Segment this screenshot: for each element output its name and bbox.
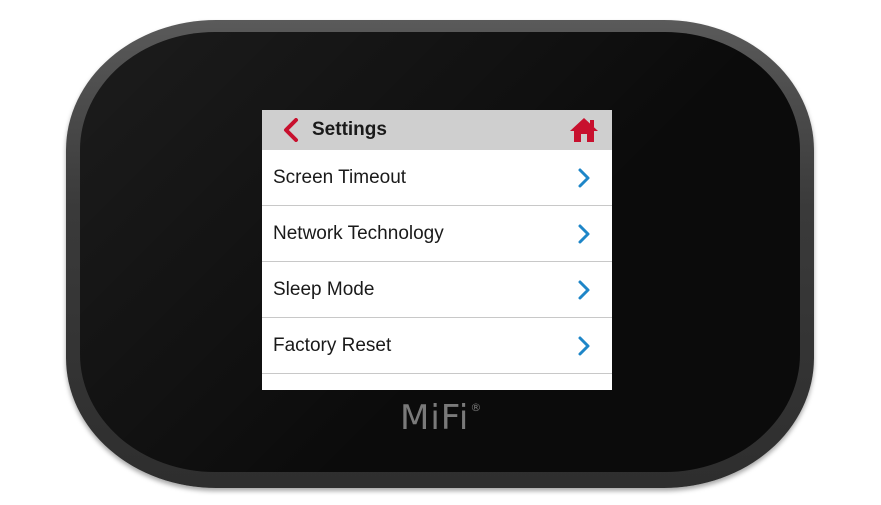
registered-mark: ® <box>470 401 483 414</box>
brand-logo: MiFi® <box>400 398 482 438</box>
menu-item-label: Screen Timeout <box>273 166 407 188</box>
menu-item-label: Factory Reset <box>273 334 392 356</box>
home-icon <box>570 118 598 142</box>
menu-item-sleep-mode[interactable]: Sleep Mode <box>262 262 612 318</box>
chevron-right-icon <box>578 168 590 187</box>
chevron-right-icon <box>574 390 594 391</box>
brand-name: MiFi <box>400 398 470 438</box>
settings-list: Screen Timeout Network Technology Sleep … <box>262 150 612 390</box>
menu-item-screen-timeout[interactable]: Screen Timeout <box>262 150 612 206</box>
menu-item-factory-reset[interactable]: Factory Reset <box>262 318 612 374</box>
device-screen: Settings Screen Timeout Network Technolo… <box>262 110 612 390</box>
settings-header: Settings <box>262 110 612 150</box>
home-button[interactable] <box>568 116 600 144</box>
page-title: Settings <box>312 119 387 140</box>
menu-item-partial[interactable] <box>262 374 612 390</box>
menu-item-label: Sleep Mode <box>273 278 375 300</box>
chevron-right-icon <box>578 224 590 243</box>
back-button[interactable] <box>274 110 308 150</box>
menu-item-network-technology[interactable]: Network Technology <box>262 206 612 262</box>
chevron-right-icon <box>578 336 590 355</box>
menu-item-label: Network Technology <box>273 222 444 244</box>
chevron-right-icon <box>578 280 590 299</box>
chevron-left-icon <box>284 118 298 142</box>
